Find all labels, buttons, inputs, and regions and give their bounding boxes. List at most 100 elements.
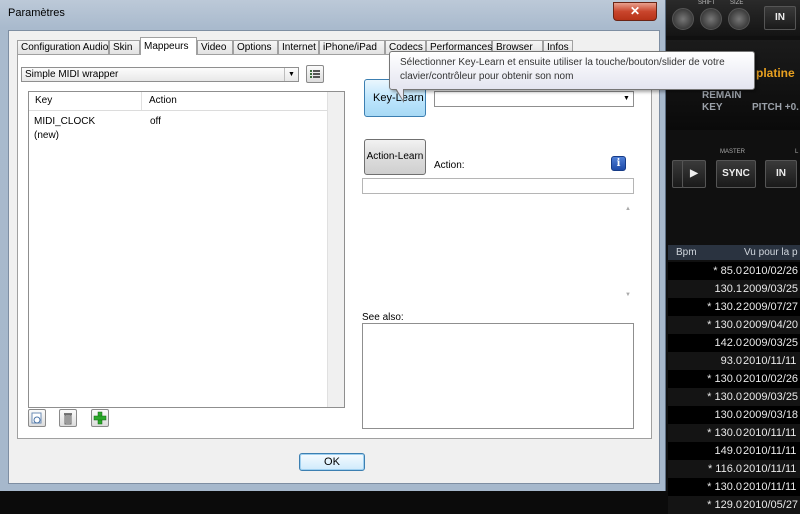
bg-track-row[interactable]: * 85.0 2010/02/26 — [668, 262, 800, 280]
bg-track-bpm: 149.0 — [714, 445, 742, 457]
bg-track-row[interactable]: 142.0 2009/03/25 — [668, 334, 800, 352]
tab-options[interactable]: Options — [233, 40, 278, 54]
bg-track-row[interactable]: * 116.0 2010/11/11 — [668, 460, 800, 478]
bg-play-button[interactable]: ▶ — [682, 160, 706, 188]
bg-track-row[interactable]: * 130.0 2010/11/11 — [668, 478, 800, 496]
close-icon: ✕ — [629, 4, 641, 18]
scroll-up-icon[interactable]: ▲ — [625, 206, 631, 212]
bg-track-bpm: * 130.0 — [707, 481, 742, 493]
tab-mappeurs[interactable]: Mappeurs — [140, 37, 197, 55]
bg-track-bpm: 130.0 — [714, 409, 742, 421]
scroll-down-icon[interactable]: ▼ — [625, 292, 631, 298]
bg-track-row[interactable]: * 130.0 2009/03/25 — [668, 388, 800, 406]
bg-track-row[interactable]: * 129.0 2010/05/27 — [668, 496, 800, 514]
bg-track-date: 2009/03/25 — [743, 283, 799, 295]
play-icon: ▶ — [690, 168, 698, 179]
bg-knob-shift[interactable] — [700, 8, 722, 30]
add-icon — [93, 411, 107, 425]
list-scrollbar[interactable] — [327, 92, 344, 407]
bg-track-row[interactable]: 149.0 2010/11/11 — [668, 442, 800, 460]
add-mapping-button[interactable] — [91, 409, 109, 427]
action-label: Action: — [434, 160, 465, 171]
bg-date-header[interactable]: Vu pour la p — [744, 247, 798, 258]
close-button[interactable]: ✕ — [613, 2, 657, 21]
bg-track-date: 2010/11/11 — [743, 463, 797, 475]
list-item[interactable]: MIDI_CLOCK — [34, 116, 95, 127]
action-column-header[interactable]: Action — [149, 95, 177, 106]
key-column-header[interactable]: Key — [35, 95, 52, 106]
bg-key-text: KEY — [702, 102, 723, 113]
ok-button[interactable]: OK — [299, 453, 365, 471]
tab-iphone-ipad[interactable]: iPhone/iPad — [319, 40, 385, 54]
tooltip-line-1: Sélectionner Key-Learn et ensuite utilis… — [400, 57, 725, 68]
bg-track-bpm: 93.0 — [720, 355, 742, 367]
key-learn-tooltip: Sélectionner Key-Learn et ensuite utilis… — [389, 51, 755, 90]
bg-track-date: 2010/11/11 — [743, 427, 797, 439]
bg-track-date: 2009/03/25 — [743, 391, 799, 403]
list-item[interactable]: (new) — [34, 130, 59, 141]
load-mapping-button[interactable] — [28, 409, 46, 427]
bg-size-label: SIZE — [730, 0, 744, 6]
bg-track-date: 2009/03/25 — [743, 337, 799, 349]
column-divider[interactable] — [141, 92, 142, 110]
see-also-label: See also: — [362, 312, 404, 323]
bg-in-button[interactable]: IN — [765, 160, 797, 188]
bg-platine-label: platine — [756, 66, 795, 80]
bg-track-row[interactable]: 130.1 2009/03/25 — [668, 280, 800, 298]
bg-track-date: 2010/11/11 — [743, 481, 797, 493]
chevron-down-icon: ▼ — [284, 68, 298, 81]
tooltip-pointer-fill — [396, 88, 403, 100]
mapper-select[interactable]: Simple MIDI wrapper ▼ — [21, 67, 299, 82]
row-key: (new) — [34, 130, 60, 141]
bg-track-bpm: * 130.0 — [707, 427, 742, 439]
key-field[interactable]: ▼ — [434, 91, 634, 107]
bg-knob-size[interactable] — [728, 8, 750, 30]
mapper-select-value: Simple MIDI wrapper — [25, 69, 119, 80]
mapping-list[interactable]: Key Action MIDI_CLOCK off (new) — [28, 91, 345, 408]
bg-track-bpm: * 130.0 — [707, 391, 742, 403]
bg-table-header: Bpm Vu pour la p — [668, 245, 800, 260]
bg-sync-button[interactable]: SYNC — [716, 160, 756, 188]
bg-track-bpm: * 130.0 — [707, 319, 742, 331]
dialog-client-area: Configuration Audio Skin Mappeurs Video Opti… — [8, 30, 660, 484]
see-also-box[interactable] — [362, 323, 634, 429]
bg-in-button-top[interactable]: IN — [764, 6, 796, 30]
bg-track-date: 2010/11/11 — [743, 355, 797, 367]
mapper-options-button[interactable] — [306, 65, 324, 83]
bg-track-bpm: 130.1 — [714, 283, 742, 295]
bg-track-row[interactable]: * 130.2 2009/07/27 — [668, 298, 800, 316]
load-icon — [31, 412, 42, 424]
bg-track-row[interactable]: 93.0 2010/11/11 — [668, 352, 800, 370]
bg-master-label: MASTER — [720, 149, 746, 155]
bg-track-bpm: * 130.0 — [707, 373, 742, 385]
action-learn-button[interactable]: Action-Learn — [364, 139, 426, 175]
info-icon[interactable]: i — [611, 156, 626, 171]
delete-mapping-button[interactable] — [59, 409, 77, 427]
bg-remain-label: REMAIN KEY — [702, 90, 741, 114]
bg-shift-label: SHIFT — [698, 0, 716, 6]
bg-track-list: * 85.0 2010/02/26 130.1 2009/03/25 * 130.2 20… — [668, 262, 800, 514]
list-icon — [310, 70, 320, 78]
bg-track-date: 2010/05/27 — [743, 499, 799, 511]
list-item-action[interactable]: off — [150, 116, 161, 127]
bg-track-row[interactable]: 130.0 2009/03/18 — [668, 406, 800, 424]
action-description-area: ▲ ▼ — [362, 197, 634, 305]
tab-video[interactable]: Video — [197, 40, 233, 54]
bg-track-row[interactable]: * 130.0 2010/11/11 — [668, 424, 800, 442]
bg-track-row[interactable]: * 130.0 2009/04/20 — [668, 316, 800, 334]
tooltip-line-2: clavier/contrôleur pour obtenir son nom — [400, 71, 574, 82]
bg-track-bpm: * 85.0 — [713, 265, 742, 277]
trash-icon — [64, 413, 72, 425]
bg-track-date: 2009/03/18 — [743, 409, 799, 421]
bg-track-date: 2009/04/20 — [743, 319, 799, 331]
bg-bpm-header[interactable]: Bpm — [676, 247, 697, 258]
bg-l-label: L — [795, 149, 799, 155]
tab-skin[interactable]: Skin — [109, 40, 140, 54]
tab-configuration-audio[interactable]: Configuration Audio — [17, 40, 109, 54]
bg-knob-left[interactable] — [672, 8, 694, 30]
action-input[interactable] — [362, 178, 634, 194]
bg-track-row[interactable]: * 130.0 2010/02/26 — [668, 370, 800, 388]
bg-track-bpm: 142.0 — [714, 337, 742, 349]
bg-track-bpm: * 130.2 — [707, 301, 742, 313]
tab-internet[interactable]: Internet — [278, 40, 319, 54]
